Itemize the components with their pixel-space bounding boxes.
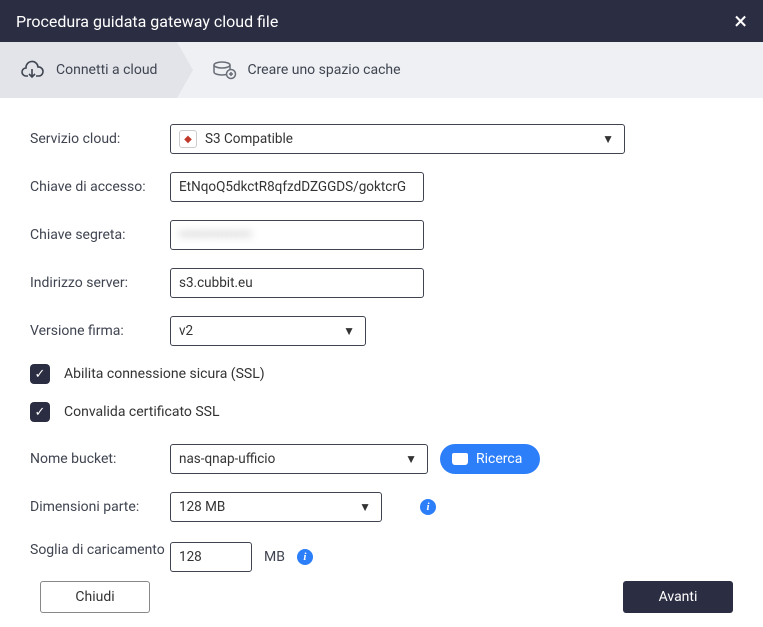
access-key-label: Chiave di accesso: bbox=[30, 179, 170, 195]
secret-key-label: Chiave segreta: bbox=[30, 227, 170, 243]
ssl-validate-checkbox[interactable]: ✓ bbox=[30, 402, 50, 422]
ssl-enable-checkbox[interactable]: ✓ bbox=[30, 364, 50, 384]
next-button[interactable]: Avanti bbox=[623, 581, 733, 613]
step-connect-cloud[interactable]: Connetti a cloud bbox=[0, 42, 177, 98]
cloud-icon bbox=[20, 60, 46, 80]
search-bucket-button[interactable]: Ricerca bbox=[440, 444, 540, 474]
cloud-service-select[interactable]: ◆ S3 Compatible ▼ bbox=[170, 124, 625, 154]
info-icon[interactable]: i bbox=[297, 549, 313, 565]
info-icon[interactable]: i bbox=[420, 499, 436, 515]
bucket-icon bbox=[452, 453, 468, 465]
cloud-service-label: Servizio cloud: bbox=[30, 131, 170, 147]
step-create-cache[interactable]: Creare uno spazio cache bbox=[177, 42, 420, 98]
signature-version-label: Versione firma: bbox=[30, 323, 170, 339]
server-address-input[interactable]: s3.cubbit.eu bbox=[170, 268, 424, 298]
unit-label: MB bbox=[264, 549, 285, 565]
upload-threshold-label: Soglia di caricamento bbox=[30, 540, 170, 561]
dialog-footer: Chiudi Avanti bbox=[0, 581, 763, 613]
step-label: Creare uno spazio cache bbox=[247, 62, 400, 78]
server-address-label: Indirizzo server: bbox=[30, 275, 170, 291]
disk-icon bbox=[211, 60, 237, 80]
ssl-enable-label: Abilita connessione sicura (SSL) bbox=[64, 366, 265, 382]
dialog-title: Procedura guidata gateway cloud file bbox=[16, 12, 278, 31]
titlebar: Procedura guidata gateway cloud file × bbox=[0, 0, 763, 42]
chevron-down-icon: ▼ bbox=[359, 500, 371, 514]
signature-version-select[interactable]: v2 ▼ bbox=[170, 316, 366, 346]
close-icon[interactable]: × bbox=[734, 9, 747, 33]
ssl-validate-label: Convalida certificato SSL bbox=[64, 404, 220, 420]
upload-threshold-input[interactable]: 128 bbox=[170, 542, 252, 572]
close-button[interactable]: Chiudi bbox=[40, 581, 150, 613]
s3-provider-icon: ◆ bbox=[179, 130, 197, 148]
step-label: Connetti a cloud bbox=[56, 62, 157, 78]
part-size-select[interactable]: 128 MB ▼ bbox=[170, 492, 382, 522]
part-size-label: Dimensioni parte: bbox=[30, 499, 170, 515]
wizard-steps: Connetti a cloud Creare uno spazio cache bbox=[0, 42, 763, 98]
form-area: Servizio cloud: ◆ S3 Compatible ▼ Chiave… bbox=[0, 98, 763, 600]
bucket-name-select[interactable]: nas-qnap-ufficio ▼ bbox=[170, 444, 428, 474]
secret-key-input[interactable]: •••••••••••••••• bbox=[170, 220, 424, 250]
chevron-down-icon: ▼ bbox=[602, 132, 614, 146]
chevron-down-icon: ▼ bbox=[343, 324, 355, 338]
access-key-input[interactable]: EtNqoQ5dkctR8qfzdDZGGDS/goktcrG bbox=[170, 172, 424, 202]
bucket-name-label: Nome bucket: bbox=[30, 451, 170, 467]
chevron-down-icon: ▼ bbox=[405, 452, 417, 466]
